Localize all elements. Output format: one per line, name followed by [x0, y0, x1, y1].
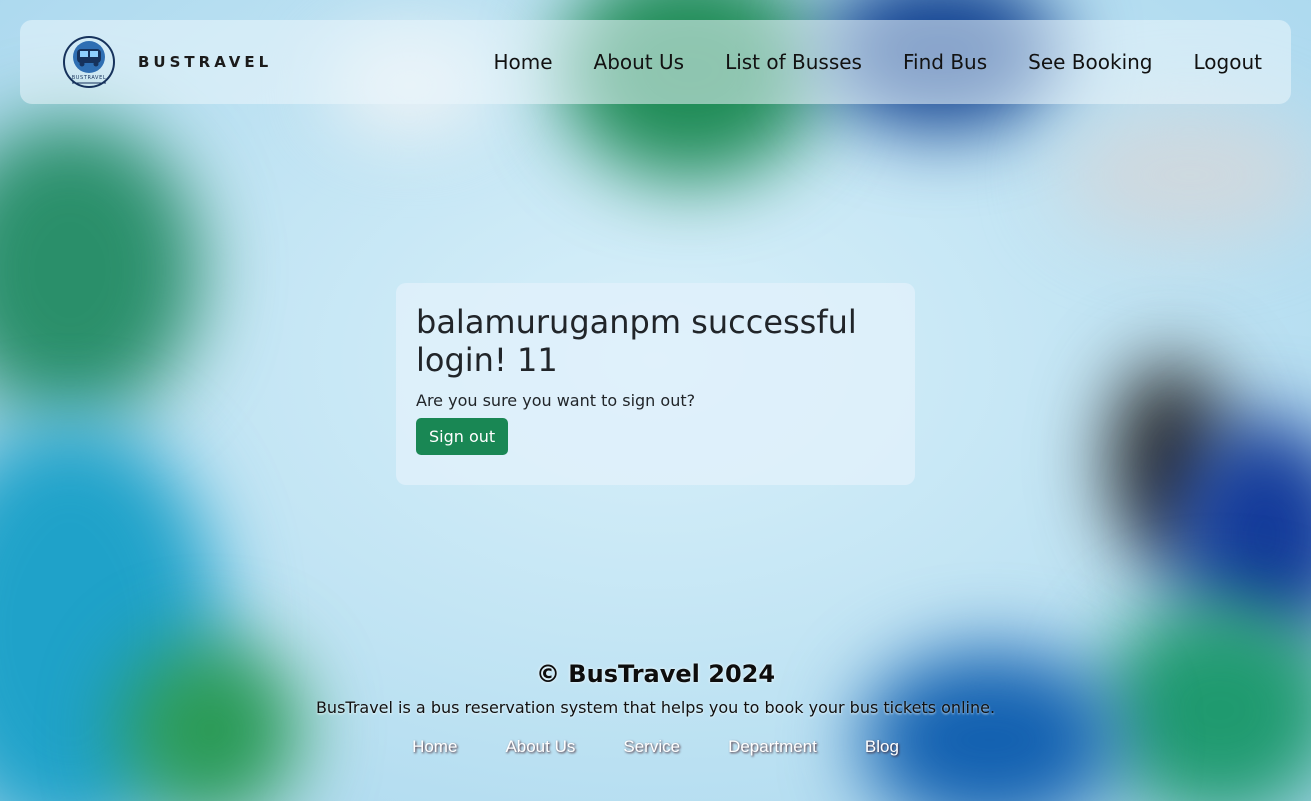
footer-link-about-us[interactable]: About Us — [505, 737, 575, 757]
footer-link-blog[interactable]: Blog — [865, 737, 899, 757]
nav-list-of-busses[interactable]: List of Busses — [725, 50, 862, 74]
sign-out-button[interactable]: Sign out — [416, 418, 509, 455]
signout-card: balamuruganpm successful login! 11 Are y… — [396, 283, 915, 485]
footer-link-home[interactable]: Home — [412, 737, 457, 757]
footer-link-department[interactable]: Department — [728, 737, 817, 757]
brand[interactable]: BUSTRAVEL BUSTRAVEL — [60, 35, 272, 89]
nav-about-us[interactable]: About Us — [594, 50, 685, 74]
nav-home[interactable]: Home — [493, 50, 552, 74]
footer-link-service[interactable]: Service — [623, 737, 680, 757]
login-success-title: balamuruganpm successful login! 11 — [416, 303, 857, 379]
nav-links: Home About Us List of Busses Find Bus Se… — [493, 50, 1262, 74]
footer-copyright: © BusTravel 2024 — [535, 660, 776, 688]
logo-text: BUSTRAVEL — [72, 75, 106, 81]
nav-find-bus[interactable]: Find Bus — [903, 50, 987, 74]
brand-name: BUSTRAVEL — [138, 53, 273, 71]
signout-confirm-text: Are you sure you want to sign out? — [416, 391, 696, 410]
bus-logo-icon: BUSTRAVEL — [63, 36, 115, 88]
navbar: BUSTRAVEL BUSTRAVEL Home About Us List o… — [20, 20, 1291, 104]
nav-see-booking[interactable]: See Booking — [1028, 50, 1152, 74]
nav-logout[interactable]: Logout — [1194, 50, 1262, 74]
footer: © BusTravel 2024 BusTravel is a bus rese… — [0, 660, 1311, 757]
footer-links: Home About Us Service Department Blog — [0, 737, 1311, 757]
footer-description: BusTravel is a bus reservation system th… — [315, 698, 996, 717]
